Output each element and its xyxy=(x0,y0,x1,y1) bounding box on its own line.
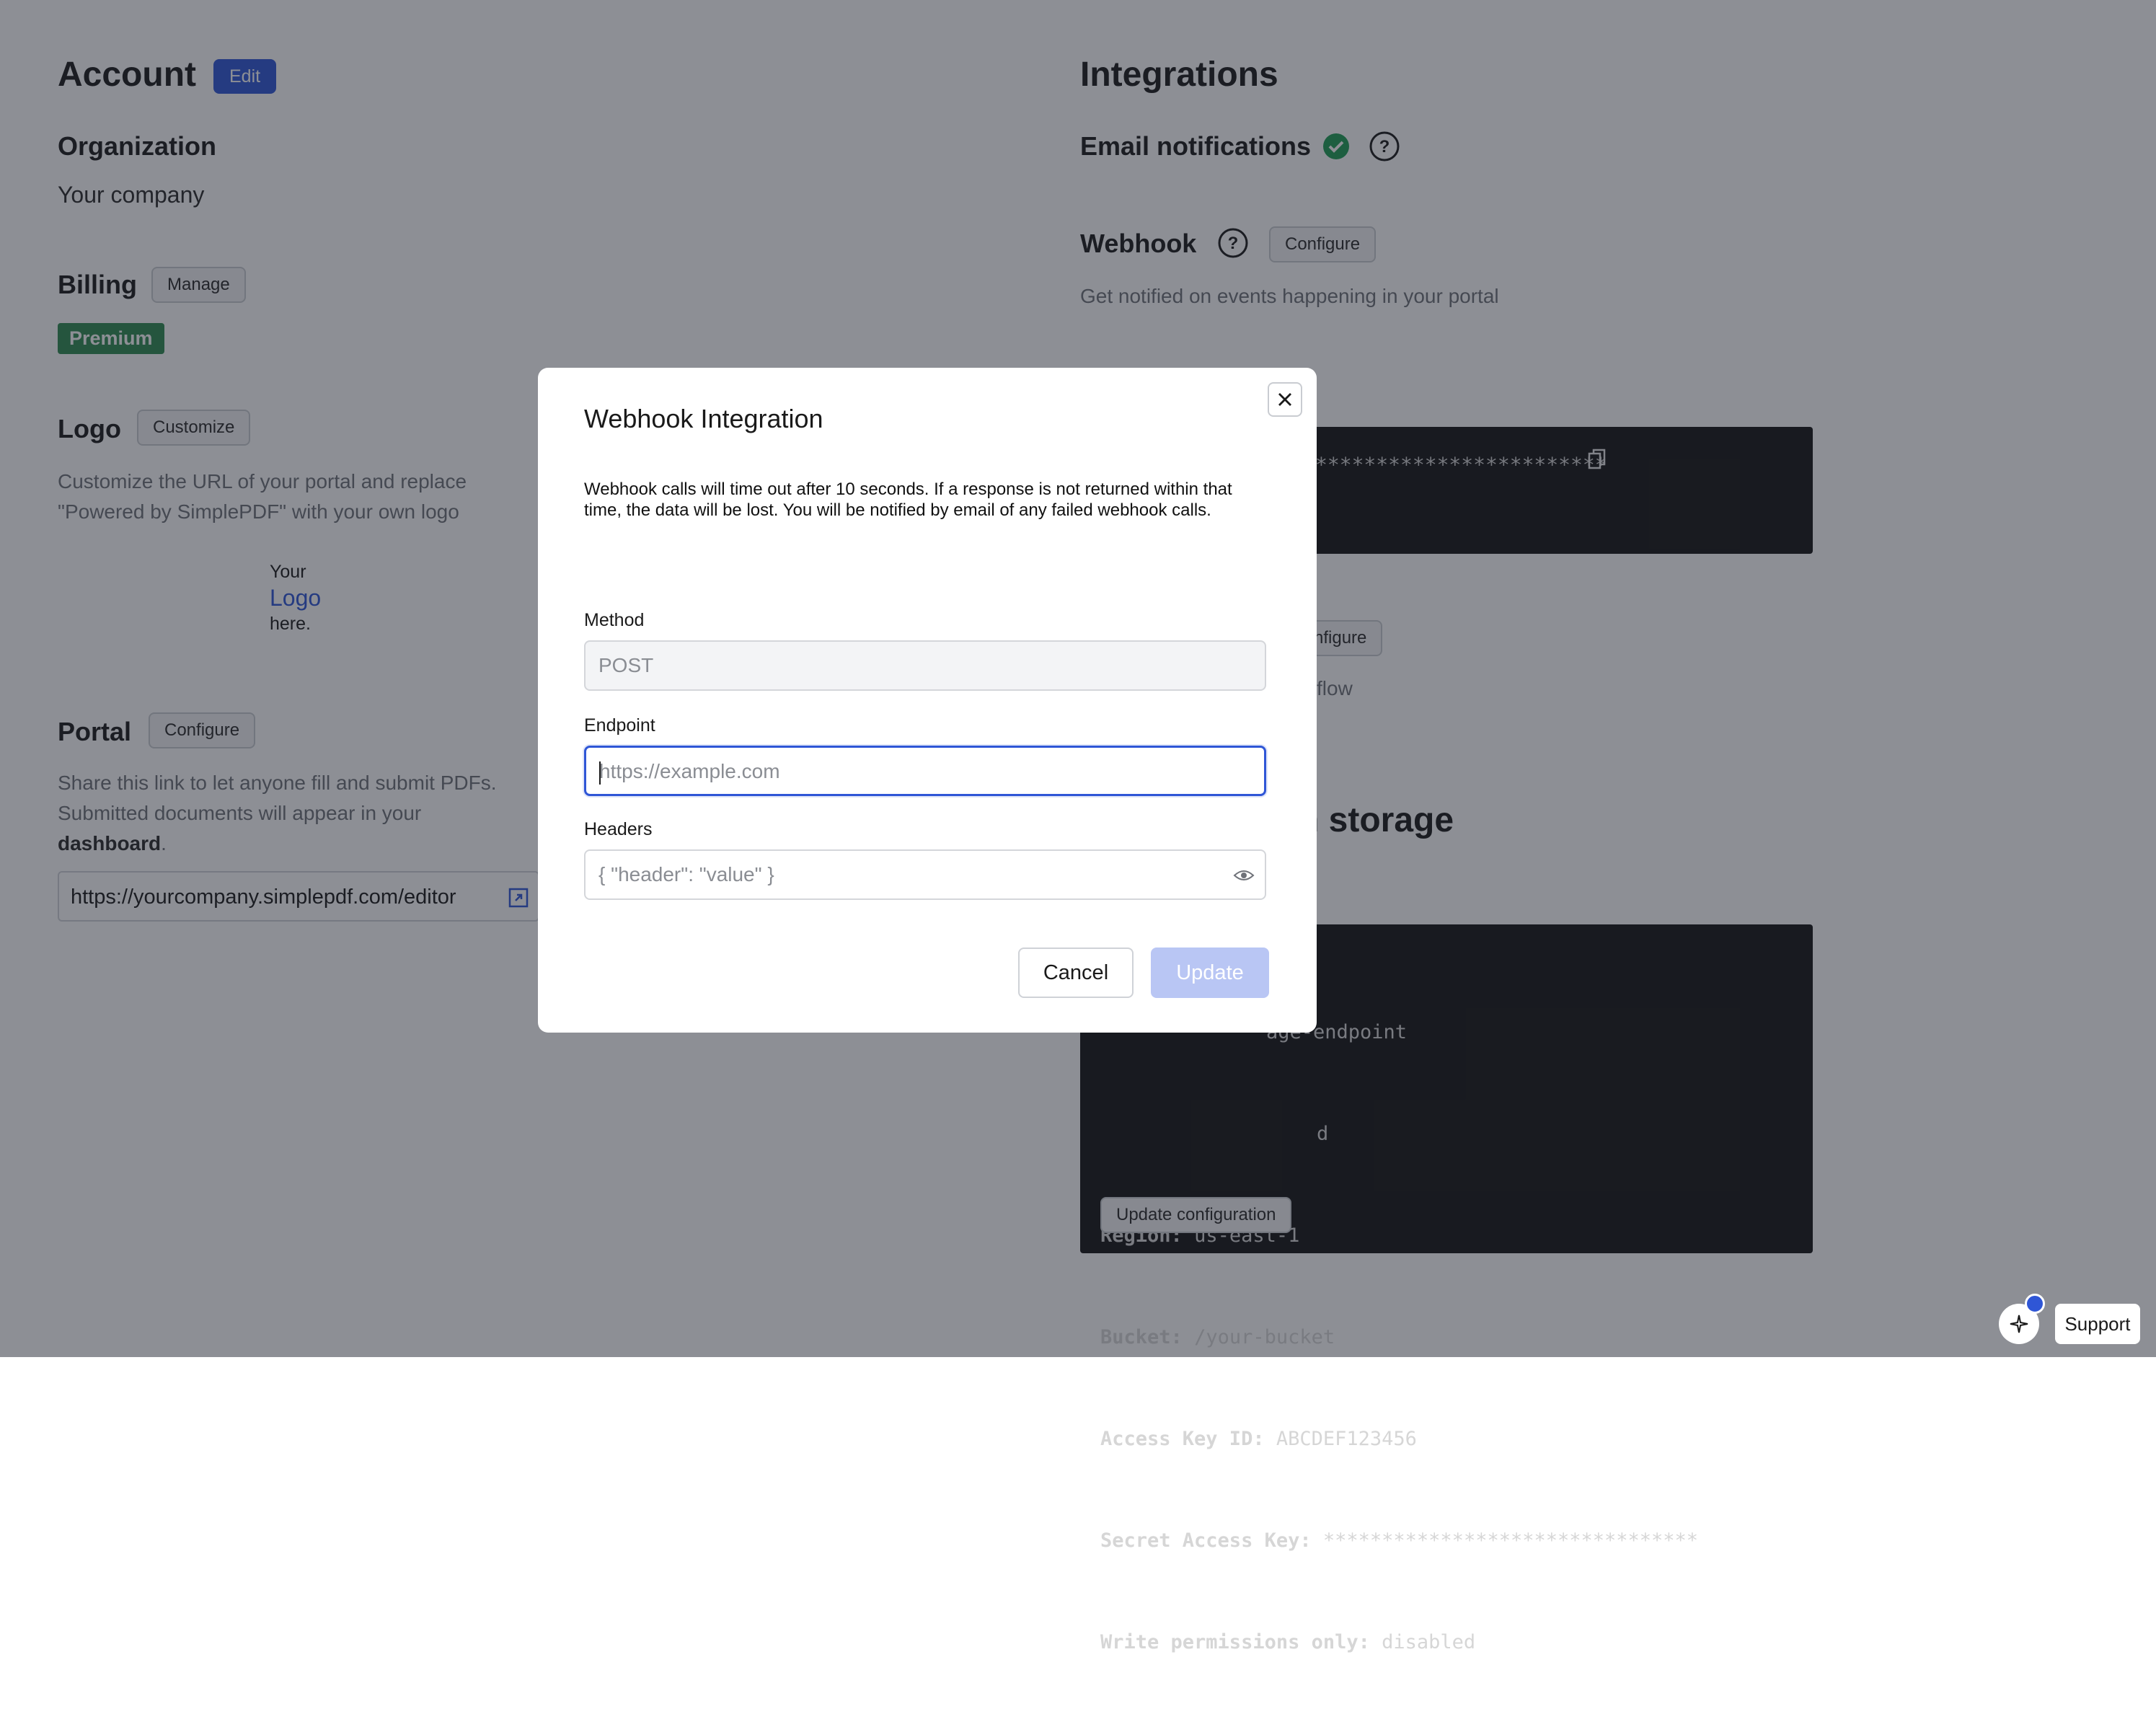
webhook-integration-modal: Webhook Integration Webhook calls will t… xyxy=(538,368,1317,1033)
assistant-button[interactable] xyxy=(1999,1294,2045,1344)
method-field: POST xyxy=(584,640,1266,691)
modal-description: Webhook calls will time out after 10 sec… xyxy=(584,480,1232,520)
eye-icon[interactable] xyxy=(1233,868,1255,883)
modal-title: Webhook Integration xyxy=(584,404,823,433)
notification-dot xyxy=(2025,1294,2045,1314)
cancel-button[interactable]: Cancel xyxy=(1018,948,1134,998)
endpoint-input[interactable]: https://example.com xyxy=(584,746,1266,796)
storage-line-access-key: Access Key ID: ABCDEF123456 xyxy=(1100,1428,1417,1450)
support-button[interactable]: Support xyxy=(2055,1304,2140,1344)
headers-input[interactable]: { "header": "value" } xyxy=(584,849,1266,900)
close-button[interactable] xyxy=(1268,382,1302,417)
endpoint-placeholder: https://example.com xyxy=(599,760,780,782)
sparkle-icon xyxy=(2010,1315,2028,1333)
headers-placeholder: { "header": "value" } xyxy=(598,863,774,885)
close-icon xyxy=(1278,393,1291,406)
storage-line-write-permissions: Write permissions only: disabled xyxy=(1100,1631,1476,1653)
method-label: Method xyxy=(584,610,645,630)
update-button[interactable]: Update xyxy=(1151,948,1269,998)
endpoint-label: Endpoint xyxy=(584,715,655,736)
storage-line-secret-key: Secret Access Key: *********************… xyxy=(1100,1529,1699,1552)
headers-label: Headers xyxy=(584,819,653,839)
